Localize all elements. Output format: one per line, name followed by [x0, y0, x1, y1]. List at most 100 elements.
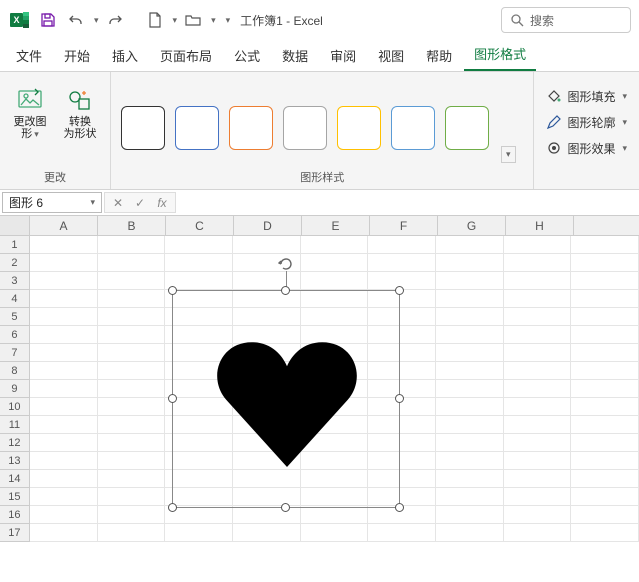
row-header[interactable]: 11	[0, 416, 30, 434]
row-header[interactable]: 6	[0, 326, 30, 344]
cell[interactable]	[504, 398, 572, 416]
column-header[interactable]: E	[302, 216, 370, 235]
new-dropdown-icon[interactable]: ▾	[173, 15, 178, 26]
cell[interactable]	[301, 236, 369, 254]
row-header[interactable]: 5	[0, 308, 30, 326]
row-header[interactable]: 4	[0, 290, 30, 308]
cell[interactable]	[571, 416, 639, 434]
cell[interactable]	[98, 272, 166, 290]
row-header[interactable]: 2	[0, 254, 30, 272]
shape-style-preset-2[interactable]	[229, 106, 273, 150]
row-header[interactable]: 10	[0, 398, 30, 416]
tab-review[interactable]: 审阅	[320, 40, 366, 71]
qat-customize-icon[interactable]: ▾	[226, 15, 231, 26]
cell[interactable]	[30, 434, 98, 452]
cell[interactable]	[98, 452, 166, 470]
cell[interactable]	[30, 344, 98, 362]
cell[interactable]	[30, 416, 98, 434]
cell[interactable]	[436, 326, 504, 344]
name-box[interactable]: 图形 6 ▾	[2, 192, 102, 213]
cell[interactable]	[571, 452, 639, 470]
cell[interactable]	[436, 524, 504, 542]
cell[interactable]	[98, 416, 166, 434]
cell[interactable]	[504, 470, 572, 488]
cell[interactable]	[504, 524, 572, 542]
tab-formulas[interactable]: 公式	[224, 40, 270, 71]
save-icon[interactable]	[36, 8, 60, 32]
cell[interactable]	[98, 290, 166, 308]
cell[interactable]	[165, 236, 233, 254]
cell[interactable]	[504, 326, 572, 344]
cell[interactable]	[436, 416, 504, 434]
rotate-handle-icon[interactable]	[277, 255, 295, 273]
cell[interactable]	[571, 506, 639, 524]
cell[interactable]	[504, 452, 572, 470]
search-box[interactable]: 搜索	[501, 7, 631, 33]
cell[interactable]	[571, 254, 639, 272]
cell[interactable]	[571, 308, 639, 326]
cell[interactable]	[30, 380, 98, 398]
cell[interactable]	[30, 488, 98, 506]
tab-graphics-format[interactable]: 图形格式	[464, 38, 536, 71]
resize-handle-nw[interactable]	[168, 286, 177, 295]
cell[interactable]	[504, 506, 572, 524]
row-header[interactable]: 15	[0, 488, 30, 506]
resize-handle-s[interactable]	[281, 503, 290, 512]
new-file-icon[interactable]	[143, 8, 167, 32]
cell[interactable]	[30, 524, 98, 542]
convert-to-shape-button[interactable]: 转换为形状	[58, 78, 102, 148]
cell[interactable]	[504, 362, 572, 380]
column-header[interactable]: F	[370, 216, 438, 235]
shape-selection-frame[interactable]	[172, 290, 400, 508]
row-header[interactable]: 17	[0, 524, 30, 542]
shape-effects-button[interactable]: 图形效果▾	[542, 136, 631, 160]
undo-dropdown-icon[interactable]: ▾	[94, 15, 99, 26]
cell[interactable]	[98, 398, 166, 416]
cell[interactable]	[165, 254, 233, 272]
fx-icon[interactable]: fx	[151, 196, 173, 210]
cell[interactable]	[504, 416, 572, 434]
cell[interactable]	[436, 254, 504, 272]
tab-pagelayout[interactable]: 页面布局	[150, 40, 222, 71]
cell[interactable]	[571, 272, 639, 290]
cell[interactable]	[98, 308, 166, 326]
cell[interactable]	[98, 326, 166, 344]
row-header[interactable]: 3	[0, 272, 30, 290]
tab-view[interactable]: 视图	[368, 40, 414, 71]
row-header[interactable]: 13	[0, 452, 30, 470]
cell[interactable]	[436, 272, 504, 290]
cell[interactable]	[436, 344, 504, 362]
resize-handle-se[interactable]	[395, 503, 404, 512]
cell[interactable]	[504, 254, 572, 272]
row-header[interactable]: 16	[0, 506, 30, 524]
resize-handle-n[interactable]	[281, 286, 290, 295]
cell[interactable]	[436, 452, 504, 470]
cell[interactable]	[571, 362, 639, 380]
cell[interactable]	[30, 398, 98, 416]
cell[interactable]	[504, 290, 572, 308]
cell[interactable]	[165, 524, 233, 542]
column-header[interactable]: A	[30, 216, 98, 235]
cell[interactable]	[436, 290, 504, 308]
open-dropdown-icon[interactable]: ▾	[211, 15, 216, 26]
resize-handle-ne[interactable]	[395, 286, 404, 295]
tab-insert[interactable]: 插入	[102, 40, 148, 71]
cell[interactable]	[30, 506, 98, 524]
change-graphic-button[interactable]: 更改图形▾	[8, 78, 52, 148]
column-header[interactable]: D	[234, 216, 302, 235]
cell[interactable]	[504, 308, 572, 326]
cell[interactable]	[504, 488, 572, 506]
cancel-formula-icon[interactable]: ✕	[107, 196, 129, 210]
cell[interactable]	[301, 506, 369, 524]
row-header[interactable]: 7	[0, 344, 30, 362]
cell[interactable]	[98, 254, 166, 272]
cell[interactable]	[571, 236, 639, 254]
cell[interactable]	[30, 452, 98, 470]
heart-shape[interactable]	[207, 323, 367, 483]
cell[interactable]	[30, 308, 98, 326]
cell[interactable]	[368, 524, 436, 542]
shape-fill-button[interactable]: 图形填充▾	[542, 84, 631, 108]
cell[interactable]	[368, 254, 436, 272]
redo-icon[interactable]	[103, 8, 127, 32]
shape-style-preset-0[interactable]	[121, 106, 165, 150]
